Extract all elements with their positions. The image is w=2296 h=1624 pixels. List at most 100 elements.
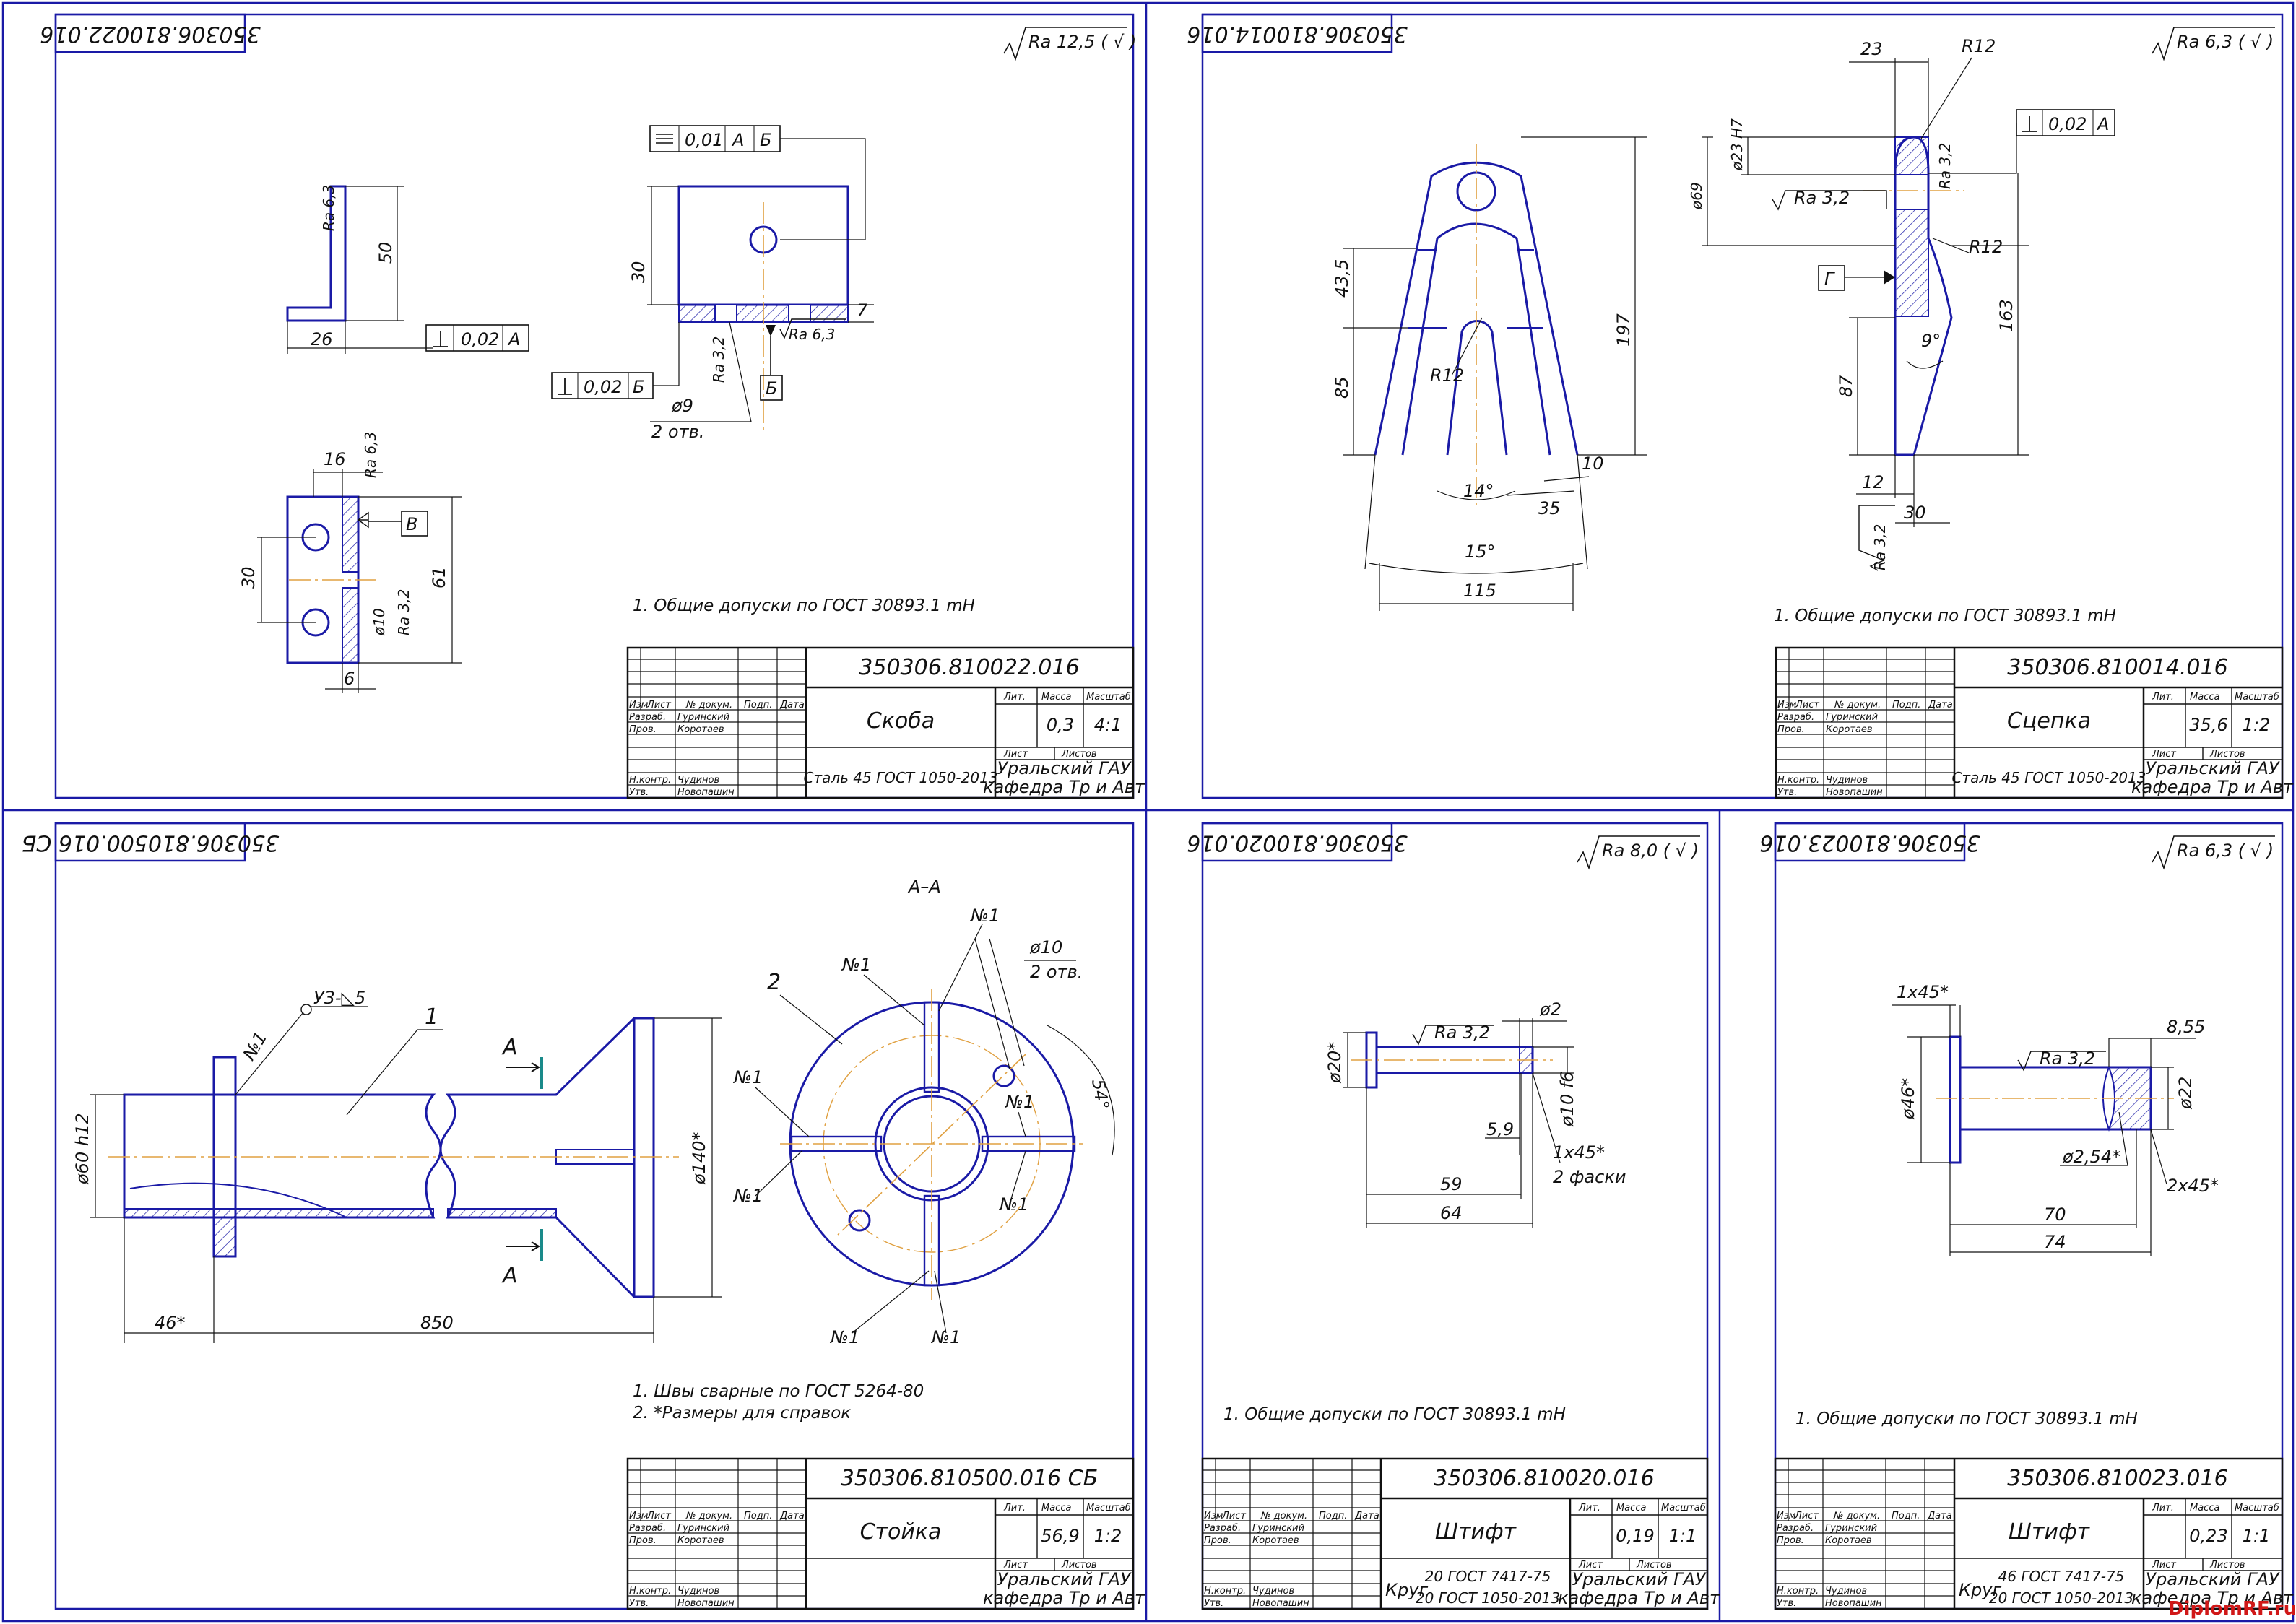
stoika-phi10: ø10 xyxy=(1029,937,1062,958)
shtift1-mass: 0,19 xyxy=(1616,1526,1654,1546)
stoika-code: 350306.810500.016 СБ xyxy=(841,1466,1098,1491)
shtift2-mat1: 46 ГОСТ 7417-75 xyxy=(1998,1568,2125,1585)
shtift2-org1: Уральский ГАУ xyxy=(2146,1569,2280,1589)
scepka-tb-dok: № докум. xyxy=(1834,700,1881,711)
drawing-canvas: 350306.810022.016 Ra 12,5 ( √ ) 50 26 Ra… xyxy=(1,1,2296,1623)
shtift1-tb-data: Дата xyxy=(1354,1511,1379,1521)
scepka-tol: 0,02 xyxy=(2048,114,2087,134)
skoba-lit: Лит. xyxy=(1003,692,1026,703)
scepka-dim-85: 85 xyxy=(1332,376,1352,399)
shtift2-tb-r3: Н.контр. xyxy=(1777,1586,1819,1597)
scepka-tb-r4: Утв. xyxy=(1777,787,1797,798)
shtift2-tb-dok: № докум. xyxy=(1833,1511,1880,1521)
skoba-view-plate: 0,01 А Б 30 Ra 3,2 Б Ra 6,3 7 0,02 Б ø9 … xyxy=(551,125,874,442)
skoba-tb-n1: Гуринский xyxy=(677,712,729,723)
scepka-dim-197: 197 xyxy=(1613,313,1634,347)
shtift1-org1: Уральский ГАУ xyxy=(1572,1569,1707,1589)
stoika-note1: 1. Швы сварные по ГОСТ 5264-80 xyxy=(633,1382,924,1401)
scepka-org1: Уральский ГАУ xyxy=(2146,758,2280,778)
stoika-weld1: №1 xyxy=(238,1028,271,1065)
skoba-ra32: Ra 3,2 xyxy=(710,336,727,383)
shtift1-massa: Масса xyxy=(1616,1503,1646,1514)
skoba-phi10: ø10 xyxy=(371,608,388,636)
skoba-code-stamp: 350306.810022.016 xyxy=(40,22,260,47)
stoika-section-view: А–А 2 ø10 2 отв. 54° №1 №1 №1 №1 №1 №1 №… xyxy=(732,877,1115,1347)
shtift1-tb-n2: Коротаев xyxy=(1252,1535,1299,1546)
stoika-weld-c: №1 xyxy=(732,1067,763,1087)
skoba-scale: 4:1 xyxy=(1094,715,1122,735)
skoba-par-A: А xyxy=(731,130,744,150)
stoika-name: Стойка xyxy=(860,1519,942,1545)
shtift2-roughness: Ra 6,3 ( √ ) xyxy=(2177,841,2274,861)
stoika-secA2: А xyxy=(501,1263,518,1288)
shtift1-tb-r1: Разраб. xyxy=(1204,1523,1241,1534)
shtift2-tb-data: Дата xyxy=(1927,1511,1952,1521)
stoika-secA: А xyxy=(501,1035,518,1060)
stoika-mass: 56,9 xyxy=(1041,1526,1079,1546)
sheet-shtift2: 350306.810023.016 Ra 6,3 ( √ ) ø46* 1x45… xyxy=(1759,822,2294,1610)
scepka-mass: 35,6 xyxy=(2189,715,2227,735)
stoika-main-view: ø60 h12 ø140* 46* 850 №1 У3-◺5 1 А А xyxy=(72,988,722,1343)
scepka-front-view: 43,5 85 197 R12 14° 35 10 15° 115 xyxy=(1332,136,1647,611)
shtift2-tb-n4: Новопашин xyxy=(1825,1598,1882,1609)
shtift1-ch: 1x45* xyxy=(1553,1142,1605,1163)
skoba-code: 350306.810022.016 xyxy=(859,655,1079,680)
scepka-masshtab: Масштаб xyxy=(2235,692,2279,703)
skoba-base-V: В xyxy=(406,514,417,534)
stoika-tb-n1: Гуринский xyxy=(677,1523,729,1534)
skoba-tb-r3: Н.контр. xyxy=(629,775,671,786)
shtift1-tb-r3: Н.контр. xyxy=(1204,1586,1246,1597)
scepka-a15: 15° xyxy=(1465,542,1496,562)
shtift2-code: 350306.810023.016 xyxy=(2007,1466,2227,1491)
scepka-tb-r2: Пров. xyxy=(1777,724,1805,735)
scepka-phi69: ø69 xyxy=(1688,182,1705,210)
shtift2-d855: 8,55 xyxy=(2167,1017,2205,1037)
stoika-tb-list: Лист xyxy=(646,1511,671,1521)
stoika-note2: 2. *Размеры для справок xyxy=(633,1404,851,1423)
skoba-tol2: 0,02 xyxy=(584,377,622,397)
stoika-tb-data: Дата xyxy=(779,1511,805,1521)
shtift1-d59a: 5,9 xyxy=(1486,1119,1514,1139)
stoika-code-stamp: 350306.810500.016 СБ xyxy=(22,830,279,856)
skoba-dim-30b: 30 xyxy=(238,566,259,589)
skoba-dim-30: 30 xyxy=(628,261,649,283)
skoba-material: Сталь 45 ГОСТ 1050-2013 xyxy=(803,769,997,786)
skoba-org1: Уральский ГАУ xyxy=(997,758,1132,778)
scepka-tb-izm: Изм xyxy=(1777,700,1797,711)
scepka-a9: 9° xyxy=(1921,331,1941,351)
scepka-org2: кафедра Тр и Авт xyxy=(2131,777,2294,797)
skoba-name: Скоба xyxy=(867,708,935,734)
skoba-tb-r2: Пров. xyxy=(629,724,657,735)
skoba-phi9: ø9 xyxy=(671,396,693,416)
shtift1-view: ø20* Ra 3,2 ø2 ø10 f6 5,9 1x45* 2 фаски … xyxy=(1325,999,1626,1228)
stoika-weld-d: №1 xyxy=(732,1186,763,1206)
scepka-code-stamp: 350306.810014.016 xyxy=(1187,22,1407,47)
scepka-base-G: Г xyxy=(1824,269,1835,289)
shtift2-ch1: 1x45* xyxy=(1897,982,1949,1002)
shtift2-ch2: 2x45* xyxy=(2167,1176,2219,1196)
skoba-holes: 2 отв. xyxy=(651,422,704,442)
scepka-tb-podp: Подп. xyxy=(1892,700,1920,711)
shtift1-phi10: ø10 f6 xyxy=(1557,1071,1577,1127)
sheet-scepka: 350306.810014.016 Ra 6,3 ( √ ) 43,5 85 1… xyxy=(1187,13,2294,799)
skoba-tol1: 0,02 xyxy=(461,329,499,349)
stoika-org1: Уральский ГАУ xyxy=(997,1569,1132,1589)
shtift1-tb-n3: Чудинов xyxy=(1252,1586,1294,1597)
shtift2-tb-r1: Разраб. xyxy=(1777,1523,1814,1534)
scepka-roughness: Ra 6,3 ( √ ) xyxy=(2177,32,2274,52)
scepka-dim-87: 87 xyxy=(1836,375,1856,397)
scepka-tb-list: Лист xyxy=(1795,700,1819,711)
skoba-tb-izm: Изм xyxy=(629,700,649,711)
scepka-side-view: 23 R12 ø23 H7 ø69 Ra 3,2 Ra 3,2 0,02 А R… xyxy=(1688,36,2115,571)
shtift2-masshtab: Масштаб xyxy=(2235,1503,2279,1514)
scepka-dim-30: 30 xyxy=(1904,503,1926,523)
sheet-shtift1: 350306.810020.016 Ra 8,0 ( √ ) ø20* Ra 3… xyxy=(1187,822,1720,1610)
stoika-tb-podp: Подп. xyxy=(744,1511,772,1521)
stoika-pos2: 2 xyxy=(767,970,781,995)
skoba-ra63c: Ra 6,3 xyxy=(362,432,379,478)
stoika-massa: Масса xyxy=(1041,1503,1071,1514)
scepka-tb-n4: Новопашин xyxy=(1826,787,1883,798)
stoika-tb-r2: Пров. xyxy=(629,1535,657,1546)
scepka-tb-n2: Коротаев xyxy=(1826,724,1873,735)
shtift2-tb-r2: Пров. xyxy=(1777,1535,1804,1546)
